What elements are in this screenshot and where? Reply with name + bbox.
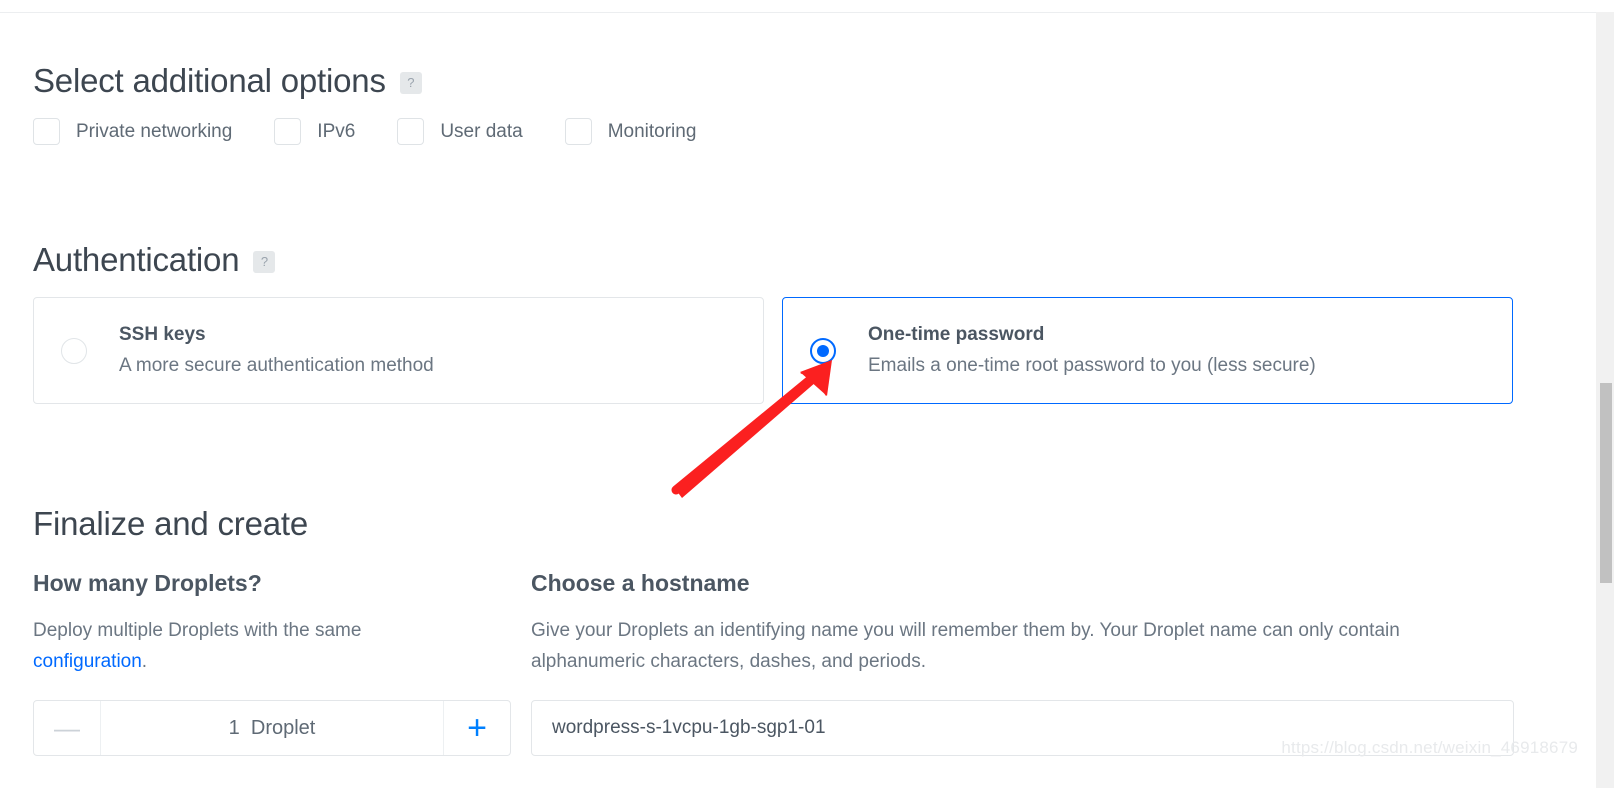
vertical-scrollbar-thumb[interactable]: [1600, 383, 1612, 583]
hostname-title: Choose a hostname: [531, 570, 750, 597]
help-icon[interactable]: ?: [253, 251, 275, 273]
auth-option-title: One-time password: [868, 324, 1044, 345]
option-label: Monitoring: [608, 121, 697, 143]
page-content: Select additional options ? Private netw…: [0, 0, 1596, 788]
auth-option-text: One-time password Emails a one-time root…: [868, 321, 1316, 380]
radio-icon-selected[interactable]: [810, 338, 836, 364]
auth-option-one-time-password[interactable]: One-time password Emails a one-time root…: [782, 297, 1513, 404]
checkbox-icon[interactable]: [397, 118, 424, 145]
droplet-count-value: 1 Droplet: [101, 701, 443, 755]
droplets-description-lead: Deploy multiple Droplets with the same: [33, 620, 361, 641]
increment-button[interactable]: +: [443, 701, 510, 755]
auth-option-ssh-keys[interactable]: SSH keys A more secure authentication me…: [33, 297, 764, 404]
option-ipv6[interactable]: IPv6: [274, 118, 355, 145]
checkbox-icon[interactable]: [565, 118, 592, 145]
checkbox-icon[interactable]: [274, 118, 301, 145]
option-label: IPv6: [317, 121, 355, 143]
droplets-description-tail: .: [142, 651, 147, 672]
auth-option-subtitle: A more secure authentication method: [119, 352, 434, 381]
checkbox-icon[interactable]: [33, 118, 60, 145]
finalize-title: Finalize and create: [33, 505, 308, 543]
help-icon[interactable]: ?: [400, 72, 422, 94]
vertical-scrollbar-track[interactable]: [1596, 12, 1614, 788]
additional-options-checkbox-row: Private networking IPv6 User data Monito…: [33, 118, 696, 145]
auth-option-subtitle: Emails a one-time root password to you (…: [868, 352, 1316, 381]
watermark-text: https://blog.csdn.net/weixin_46918679: [1281, 738, 1578, 758]
additional-options-title: Select additional options: [33, 62, 386, 100]
configuration-link[interactable]: configuration: [33, 651, 142, 672]
finalize-heading: Finalize and create: [33, 505, 308, 543]
authentication-heading: Authentication ?: [33, 241, 275, 279]
auth-option-text: SSH keys A more secure authentication me…: [119, 321, 434, 380]
option-user-data[interactable]: User data: [397, 118, 522, 145]
option-monitoring[interactable]: Monitoring: [565, 118, 697, 145]
option-label: Private networking: [76, 121, 232, 143]
droplets-count-title: How many Droplets?: [33, 570, 262, 597]
option-label: User data: [440, 121, 522, 143]
option-private-networking[interactable]: Private networking: [33, 118, 232, 145]
radio-icon[interactable]: [61, 338, 87, 364]
droplet-quantity-stepper[interactable]: — 1 Droplet +: [33, 700, 511, 756]
decrement-button[interactable]: —: [34, 701, 101, 755]
droplets-count-description: Deploy multiple Droplets with the same c…: [33, 615, 433, 677]
droplet-create-page: Select additional options ? Private netw…: [0, 0, 1614, 788]
authentication-title: Authentication: [33, 241, 239, 279]
additional-options-heading: Select additional options ?: [33, 62, 422, 100]
hostname-description: Give your Droplets an identifying name y…: [531, 615, 1506, 677]
authentication-options: SSH keys A more secure authentication me…: [33, 297, 1514, 404]
auth-option-title: SSH keys: [119, 324, 206, 345]
